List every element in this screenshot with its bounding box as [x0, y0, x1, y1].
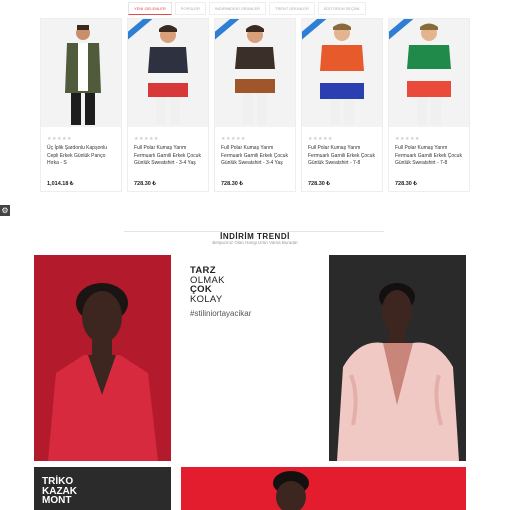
promo-banner-red-wide[interactable] — [181, 467, 466, 510]
tab-discounted[interactable]: İNDİRİMDEKİ ÜRÜNLER — [208, 2, 267, 15]
banner-photo — [181, 467, 466, 510]
product-image[interactable] — [215, 19, 295, 127]
product-price: 728.30 ₺ — [395, 181, 417, 187]
banner-line: MONT — [42, 495, 72, 506]
product-name[interactable]: Full Polar Kumaş Yarım Fermuarlı Garnili… — [221, 145, 291, 168]
product-tabs: YENİ GELENLER POPÜLER İNDİRİMDEKİ ÜRÜNLE… — [128, 2, 366, 15]
product-price: 728.30 ₺ — [308, 181, 330, 187]
slogan-line: KOLAY — [190, 293, 223, 305]
promo-banner-knitwear[interactable]: TRİKO KAZAK MONT — [34, 467, 171, 510]
gear-icon[interactable]: ⚙ — [0, 205, 10, 216]
banner-photo — [34, 255, 171, 461]
rating-stars: ★★★★★ — [395, 136, 420, 142]
product-card[interactable]: ★★★★★ Full Polar Kumaş Yarım Fermuarlı G… — [301, 18, 383, 192]
hashtag: #stiliniortayacikar — [190, 309, 252, 318]
rating-stars: ★★★★★ — [134, 136, 159, 142]
product-photo — [215, 19, 295, 127]
banner-photo — [329, 255, 466, 461]
product-photo — [302, 19, 382, 127]
product-name[interactable]: Full Polar Kumaş Yarım Fermuarlı Garnili… — [134, 145, 204, 168]
rating-stars: ★★★★★ — [308, 136, 333, 142]
product-name[interactable]: Full Polar Kumaş Yarım Fermuarlı Garnili… — [395, 145, 465, 168]
product-image[interactable] — [389, 19, 469, 127]
product-price: 1,014.18 ₺ — [47, 181, 74, 187]
product-list: ★★★★★ Üç İplik Şardonlu Kapşonlu Cepli E… — [40, 18, 470, 192]
product-image[interactable] — [41, 19, 121, 127]
tab-trend[interactable]: TRENT ÜRÜNLER — [269, 2, 315, 15]
page: YENİ GELENLER POPÜLER İNDİRİMDEKİ ÜRÜNLE… — [0, 0, 510, 510]
tab-editors-choice[interactable]: EDİTÖRÜN SEÇİMİ — [317, 2, 366, 15]
tab-popular[interactable]: POPÜLER — [174, 2, 206, 15]
product-image[interactable] — [302, 19, 382, 127]
product-image[interactable] — [128, 19, 208, 127]
product-name[interactable]: Full Polar Kumaş Yarım Fermuarlı Garnili… — [308, 145, 378, 168]
product-photo — [128, 19, 208, 127]
product-price: 728.30 ₺ — [221, 181, 243, 187]
rating-stars: ★★★★★ — [47, 136, 72, 142]
product-name[interactable]: Üç İplik Şardonlu Kapşonlu Cepli Erkek G… — [47, 145, 117, 168]
product-card[interactable]: ★★★★★ Üç İplik Şardonlu Kapşonlu Cepli E… — [40, 18, 122, 192]
rating-stars: ★★★★★ — [221, 136, 246, 142]
product-photo — [41, 19, 121, 127]
product-card[interactable]: ★★★★★ Full Polar Kumaş Yarım Fermuarlı G… — [127, 18, 209, 192]
product-price: 728.30 ₺ — [134, 181, 156, 187]
tab-new-arrivals[interactable]: YENİ GELENLER — [128, 2, 172, 15]
section-title: İNDİRİM TRENDİ — [212, 232, 298, 241]
product-card[interactable]: ★★★★★ Full Polar Kumaş Yarım Fermuarlı G… — [214, 18, 296, 192]
slogan: TARZ OLMAK ÇOK KOLAY — [190, 266, 225, 304]
promo-banner-dark[interactable] — [329, 255, 466, 461]
product-photo — [389, 19, 469, 127]
product-card[interactable]: ★★★★★ Full Polar Kumaş Yarım Fermuarlı G… — [388, 18, 470, 192]
promo-banner-red[interactable] — [34, 255, 171, 461]
